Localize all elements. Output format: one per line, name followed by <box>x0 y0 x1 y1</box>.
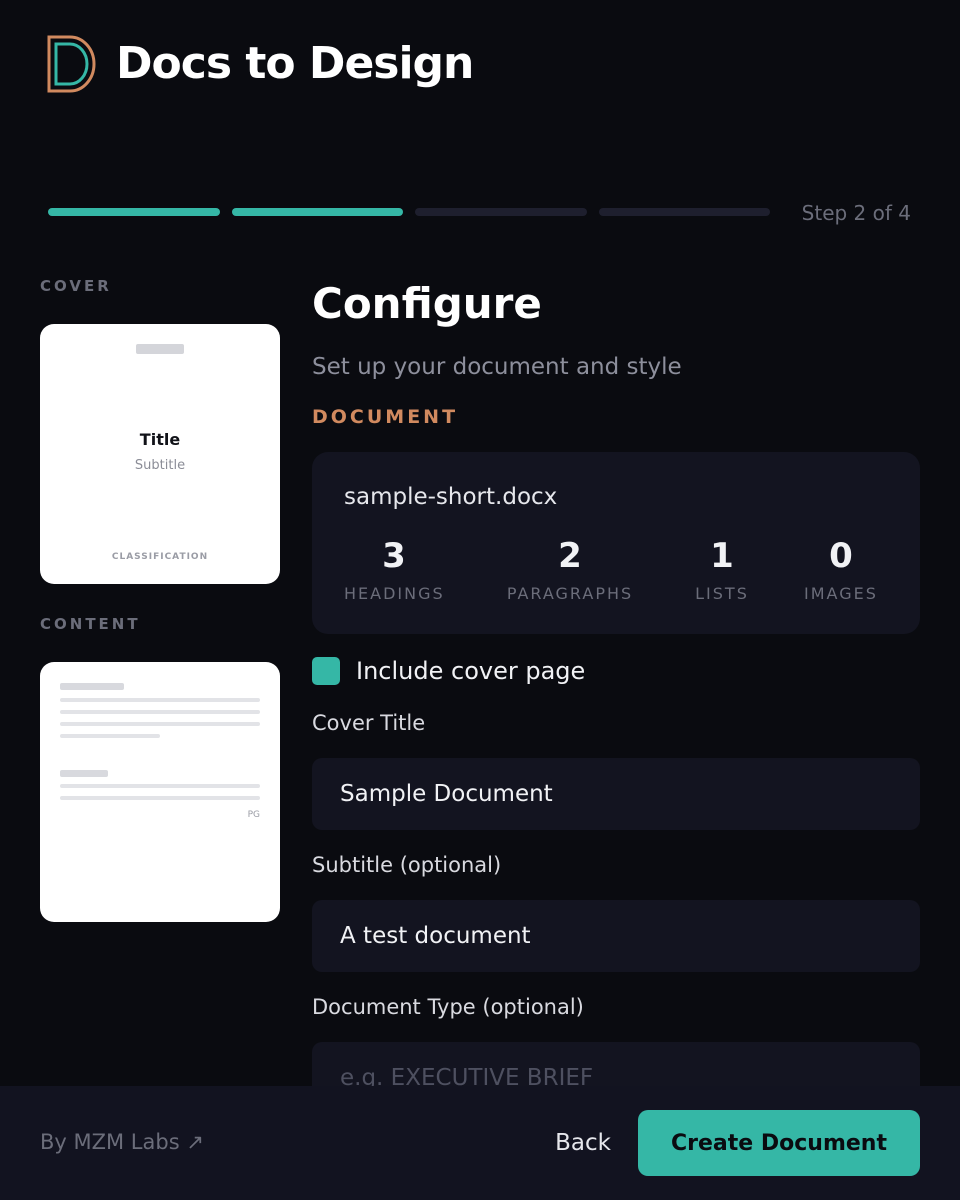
cover-preview-label: COVER <box>40 277 112 295</box>
byline-link[interactable]: By MZM Labs ↗ <box>40 1128 204 1156</box>
step-indicator: Step 2 of 4 <box>801 201 911 225</box>
stat-paragraphs: 2 PARAGRAPHS <box>502 536 638 603</box>
content-text-line <box>60 722 260 726</box>
page-subtitle: Set up your document and style <box>312 354 682 380</box>
stat-label: LISTS <box>695 584 749 603</box>
document-filename: sample-short.docx <box>344 484 558 510</box>
app-title: Docs to Design <box>116 38 474 89</box>
progress-step-1 <box>48 208 220 216</box>
cover-logo-placeholder <box>136 344 184 354</box>
cover-title-input[interactable] <box>312 758 920 830</box>
stat-label: HEADINGS <box>344 584 445 603</box>
app-root: Docs to Design Step 2 of 4 COVER Title S… <box>0 0 960 1200</box>
document-summary-card: sample-short.docx 3 HEADINGS 2 PARAGRAPH… <box>312 452 920 634</box>
progress-step-2 <box>231 208 403 216</box>
create-document-button[interactable]: Create Document <box>638 1110 920 1176</box>
stat-value: 1 <box>710 536 734 576</box>
progress-bar <box>48 208 770 216</box>
page-title: Configure <box>312 279 542 328</box>
content-heading-line <box>60 770 108 777</box>
document-section-label: DOCUMENT <box>312 406 459 428</box>
content-heading-line <box>60 683 124 690</box>
stat-lists: 1 LISTS <box>682 536 762 603</box>
progress-step-3 <box>415 208 587 216</box>
cover-preview-title: Title <box>139 430 181 449</box>
content-preview-card[interactable]: PG <box>40 662 280 922</box>
include-cover-checkbox[interactable] <box>312 657 340 685</box>
stat-headings: 3 HEADINGS <box>344 536 444 603</box>
cover-preview-card[interactable]: Title Subtitle CLASSIFICATION <box>40 324 280 584</box>
content-text-line <box>60 796 260 800</box>
content-text-line <box>60 784 260 788</box>
stat-value: 0 <box>829 536 853 576</box>
content-text-line <box>60 710 260 714</box>
subtitle-input[interactable] <box>312 900 920 972</box>
stat-value: 3 <box>382 536 406 576</box>
app-logo-icon <box>47 35 96 93</box>
cover-preview-classification: CLASSIFICATION <box>111 552 209 562</box>
subtitle-label: Subtitle (optional) <box>312 853 502 877</box>
content-text-line <box>60 734 160 738</box>
stat-label: IMAGES <box>804 584 878 603</box>
back-button[interactable]: Back <box>540 1110 626 1176</box>
include-cover-label[interactable]: Include cover page <box>356 656 585 686</box>
content-text-line <box>60 698 260 702</box>
cover-preview-subtitle: Subtitle <box>134 458 186 473</box>
stat-label: PARAGRAPHS <box>506 584 634 603</box>
content-preview-label: CONTENT <box>40 615 141 633</box>
content-page-number: PG <box>247 810 260 820</box>
document-type-label: Document Type (optional) <box>312 995 584 1019</box>
stat-images: 0 IMAGES <box>804 536 878 603</box>
stat-value: 2 <box>558 536 582 576</box>
progress-step-4 <box>598 208 770 216</box>
footer-bar: By MZM Labs ↗ Back Create Document <box>0 1086 960 1200</box>
cover-title-label: Cover Title <box>312 711 426 735</box>
